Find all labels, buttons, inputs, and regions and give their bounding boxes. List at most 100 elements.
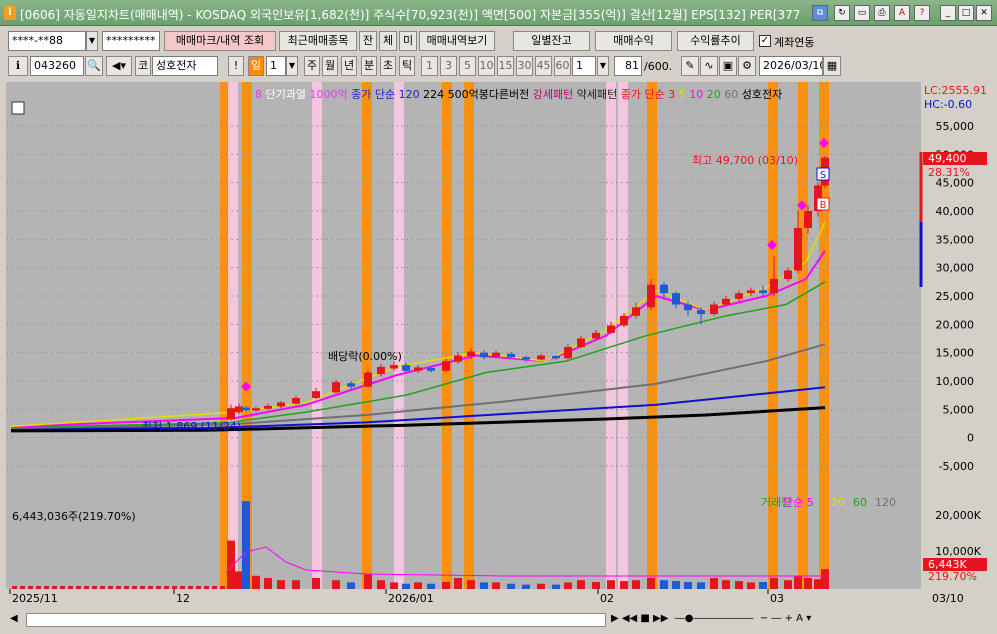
candle-body bbox=[607, 325, 615, 333]
pdf-icon[interactable]: A bbox=[894, 5, 910, 21]
toolbar-account: ****-**88 ▼ ********* 매매마크/내역 조회 최근매매종목 … bbox=[0, 28, 997, 52]
link-icon[interactable]: ⧉ bbox=[812, 5, 828, 21]
calendar-icon[interactable]: ▦ bbox=[823, 56, 841, 76]
info-icon[interactable]: ℹ bbox=[8, 56, 28, 76]
period-month-button[interactable]: 월 bbox=[322, 56, 338, 76]
minimize-button[interactable]: _ bbox=[940, 5, 956, 21]
candle-body bbox=[292, 398, 300, 404]
maximize-button[interactable]: □ bbox=[958, 5, 974, 21]
count-total-label: /600. bbox=[644, 60, 673, 73]
dividend-annotation: 배당락(0.00%) bbox=[328, 350, 402, 363]
scroll-track[interactable] bbox=[26, 613, 606, 627]
account-dropdown-icon[interactable]: ▼ bbox=[86, 31, 98, 51]
recent-items-button[interactable]: 최근매매종목 bbox=[279, 31, 357, 51]
indicator-legend: 8 단기과열 1000억 종가 단순 120 224 500억봉다른버전 강세패… bbox=[255, 86, 782, 102]
period-minute-button[interactable]: 분 bbox=[361, 56, 377, 76]
volume-bar bbox=[647, 578, 655, 589]
alert-button[interactable]: ! bbox=[228, 56, 244, 76]
candle-body bbox=[710, 304, 718, 315]
candle-body bbox=[414, 367, 422, 371]
low-annotation: 최저 1,869 (11/24) bbox=[142, 420, 241, 433]
yield-trend-button[interactable]: 수익률추이 bbox=[677, 31, 754, 51]
trade-mark-button[interactable]: 매매마크/내역 조회 bbox=[164, 31, 276, 51]
candle-body bbox=[377, 366, 385, 375]
interval-1-button[interactable]: 1 bbox=[421, 56, 438, 76]
executed-button[interactable]: 체 bbox=[379, 31, 397, 51]
volume-bar bbox=[770, 578, 778, 589]
account-link-checkbox[interactable]: ✓ bbox=[759, 35, 771, 47]
period-week-button[interactable]: 주 bbox=[304, 56, 320, 76]
volume-bar bbox=[277, 580, 285, 589]
period-tick-button[interactable]: 틱 bbox=[399, 56, 415, 76]
period-second-button[interactable]: 초 bbox=[380, 56, 396, 76]
chart-tool-icon[interactable]: ✎ bbox=[681, 56, 699, 76]
volume-bar bbox=[364, 573, 372, 589]
period-dropdown-icon[interactable]: ▼ bbox=[286, 56, 298, 76]
volume-bar bbox=[672, 581, 680, 589]
volume-bar bbox=[592, 581, 600, 589]
account-field[interactable]: ****-**88 bbox=[8, 31, 86, 51]
interval-5-button[interactable]: 5 bbox=[459, 56, 476, 76]
volume-bar bbox=[52, 586, 57, 589]
legend-m: 60 bbox=[724, 88, 739, 101]
balance-button[interactable]: 잔 bbox=[359, 31, 377, 51]
volume-bar bbox=[92, 586, 97, 589]
interval-15-button[interactable]: 15 bbox=[497, 56, 514, 76]
scroll-bar[interactable]: ◀ ▶ ◀◀ ■ ▶▶ ―●―――――― − ― + A ▾ bbox=[6, 610, 991, 630]
unfilled-button[interactable]: 미 bbox=[399, 31, 417, 51]
count-field[interactable]: 81 bbox=[614, 56, 642, 76]
volume-bar bbox=[132, 586, 137, 589]
highlight-stripe-12 bbox=[798, 82, 808, 589]
legend-c: 1000억 bbox=[309, 88, 348, 101]
volume-bar bbox=[220, 586, 225, 589]
interval-10-button[interactable]: 10 bbox=[478, 56, 495, 76]
volume-bar bbox=[620, 581, 628, 589]
period-year-button[interactable]: 년 bbox=[341, 56, 357, 76]
stock-code-field[interactable]: 043260 bbox=[30, 56, 84, 76]
price-axis-label: 55,000 bbox=[936, 120, 975, 133]
highlight-stripe-5 bbox=[394, 82, 404, 589]
interval-3-button[interactable]: 3 bbox=[440, 56, 457, 76]
settings-icon[interactable]: ⚙ bbox=[738, 56, 756, 76]
window-icon[interactable]: ▭ bbox=[854, 5, 870, 21]
search-icon[interactable]: 🔍 bbox=[85, 56, 103, 76]
volume-bar bbox=[60, 586, 65, 589]
speaker-icon[interactable]: ◀▾ bbox=[106, 56, 132, 76]
chart-svg[interactable]: 55,00050,00045,00040,00035,00030,00025,0… bbox=[6, 82, 991, 610]
price-axis-label: 20,000 bbox=[936, 318, 975, 331]
lc-label: LC:2555.91 bbox=[924, 84, 987, 97]
trade-history-button[interactable]: 매매내역보기 bbox=[419, 31, 495, 51]
period-num-field[interactable]: 1 bbox=[266, 56, 286, 76]
playback-controls[interactable]: ▶ ◀◀ ■ ▶▶ ―●―――――― − ― + A ▾ bbox=[611, 613, 811, 627]
print-icon[interactable]: ⎙ bbox=[874, 5, 890, 21]
volume-info: 6,443,036주(219.70%) bbox=[12, 510, 136, 523]
market-button[interactable]: 코 bbox=[135, 56, 151, 76]
indicator-icon[interactable]: ∿ bbox=[700, 56, 718, 76]
legend-g: 강세패턴 bbox=[532, 88, 574, 101]
chart-area[interactable]: 55,00050,00045,00040,00035,00030,00025,0… bbox=[6, 82, 991, 610]
save-icon[interactable]: ▣ bbox=[719, 56, 737, 76]
scroll-left-icon[interactable]: ◀ bbox=[10, 613, 22, 627]
volume-bar bbox=[204, 586, 209, 589]
candle-body bbox=[747, 290, 755, 294]
refresh-icon[interactable]: ↻ bbox=[834, 5, 850, 21]
stock-name-field[interactable]: 성호전자 bbox=[152, 56, 218, 76]
volume-legend-item: 20 bbox=[831, 496, 845, 509]
volume-pct-tag: 219.70% bbox=[928, 570, 977, 583]
trade-profit-button[interactable]: 매매수익 bbox=[595, 31, 672, 51]
password-field[interactable]: ********* bbox=[102, 31, 160, 51]
candle-body bbox=[492, 352, 500, 357]
period-day-button[interactable]: 일 bbox=[248, 56, 264, 76]
interval-30-button[interactable]: 30 bbox=[516, 56, 533, 76]
app-icon: i bbox=[4, 6, 16, 20]
daily-balance-button[interactable]: 일별잔고 bbox=[513, 31, 590, 51]
interval-60-button[interactable]: 60 bbox=[554, 56, 571, 76]
help-icon[interactable]: ? bbox=[914, 5, 930, 21]
sell-marker-label: S bbox=[820, 170, 826, 181]
close-button[interactable]: ✕ bbox=[976, 5, 992, 21]
interval-num-field[interactable]: 1 bbox=[572, 56, 596, 76]
interval-45-button[interactable]: 45 bbox=[535, 56, 552, 76]
date-field[interactable]: 2026/03/10 bbox=[759, 56, 823, 76]
interval-dropdown-icon[interactable]: ▼ bbox=[597, 56, 609, 76]
volume-bar bbox=[235, 571, 243, 589]
